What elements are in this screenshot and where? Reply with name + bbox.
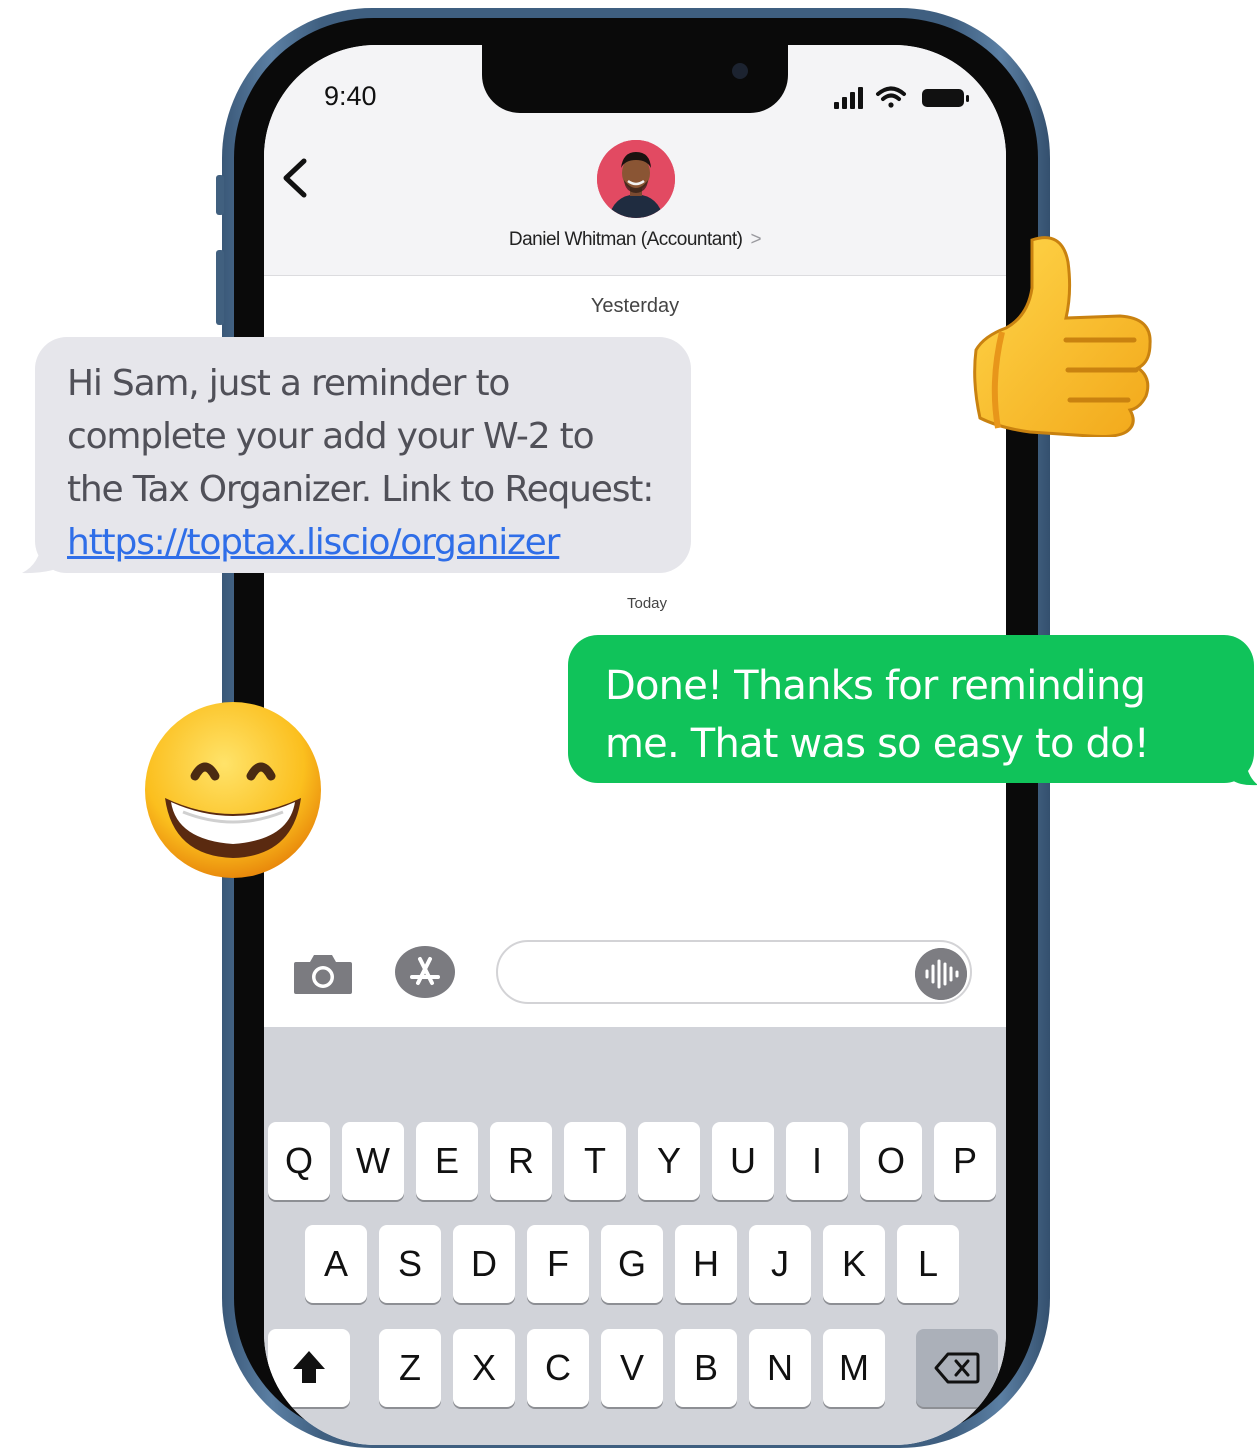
key-k[interactable]: K — [823, 1225, 885, 1303]
key-m[interactable]: M — [823, 1329, 885, 1407]
key-p[interactable]: P — [934, 1122, 996, 1200]
status-time: 9:40 — [324, 81, 377, 111]
audio-message-icon[interactable] — [915, 948, 967, 1000]
key-a[interactable]: A — [305, 1225, 367, 1303]
contact-name-text: Daniel Whitman (Accountant) — [508, 229, 743, 250]
key-b[interactable]: B — [675, 1329, 737, 1407]
key-j[interactable]: J — [749, 1225, 811, 1303]
message-line: complete your add your W-2 to — [67, 416, 595, 457]
key-x[interactable]: X — [453, 1329, 515, 1407]
front-camera — [732, 63, 748, 79]
wifi-icon — [876, 86, 906, 108]
key-v[interactable]: V — [601, 1329, 663, 1407]
organizer-link[interactable]: https://toptax.liscio/organizer — [67, 516, 661, 569]
key-l[interactable]: L — [897, 1225, 959, 1303]
key-s[interactable]: S — [379, 1225, 441, 1303]
grinning-emoji-icon — [145, 702, 321, 878]
thumbs-up-emoji-icon — [973, 236, 1152, 437]
avatar-portrait — [597, 140, 675, 218]
key-g[interactable]: G — [601, 1225, 663, 1303]
key-h[interactable]: H — [675, 1225, 737, 1303]
key-q[interactable]: Q — [268, 1122, 330, 1200]
key-n[interactable]: N — [749, 1329, 811, 1407]
status-icons — [834, 86, 969, 109]
message-line: Hi Sam, just a reminder to — [67, 363, 510, 404]
key-u[interactable]: U — [712, 1122, 774, 1200]
outgoing-message-bubble[interactable]: Done! Thanks for reminding me. That was … — [568, 635, 1254, 783]
message-line: Done! Thanks for reminding — [605, 663, 1146, 709]
key-o[interactable]: O — [860, 1122, 922, 1200]
delete-key[interactable] — [916, 1329, 998, 1407]
key-r[interactable]: R — [490, 1122, 552, 1200]
key-d[interactable]: D — [453, 1225, 515, 1303]
compose-bar — [264, 940, 1006, 1025]
key-e[interactable]: E — [416, 1122, 478, 1200]
key-w[interactable]: W — [342, 1122, 404, 1200]
timestamp-today: Today — [626, 595, 668, 612]
contact-avatar[interactable] — [597, 140, 675, 218]
battery-icon — [922, 89, 969, 107]
shift-arrow-icon — [293, 1351, 325, 1383]
contact-chevron-icon: > — [750, 229, 762, 250]
key-i[interactable]: I — [786, 1122, 848, 1200]
volume-up-button — [216, 250, 224, 325]
message-line: the Tax Organizer. Link to Request: — [67, 469, 654, 510]
back-chevron-icon[interactable] — [276, 153, 316, 203]
phone-notch — [482, 45, 788, 113]
message-input[interactable] — [496, 940, 972, 1004]
timestamp-yesterday: Yesterday — [590, 295, 680, 317]
camera-icon[interactable] — [292, 952, 354, 996]
app-store-icon[interactable] — [394, 945, 456, 999]
key-t[interactable]: T — [564, 1122, 626, 1200]
key-c[interactable]: C — [527, 1329, 589, 1407]
key-y[interactable]: Y — [638, 1122, 700, 1200]
cellular-signal-icon — [834, 87, 863, 109]
message-line: me. That was so easy to do! — [605, 721, 1150, 767]
contact-name[interactable]: Daniel Whitman (Accountant) > — [264, 229, 1006, 251]
shift-key[interactable] — [268, 1329, 350, 1407]
silent-switch — [216, 175, 224, 215]
key-z[interactable]: Z — [379, 1329, 441, 1407]
keyboard: Q W E R T Y U I O P A S D F G H J K L Z … — [264, 1027, 1006, 1445]
backspace-icon — [934, 1352, 980, 1384]
incoming-message-bubble[interactable]: Hi Sam, just a reminder to complete your… — [35, 337, 691, 573]
key-f[interactable]: F — [527, 1225, 589, 1303]
